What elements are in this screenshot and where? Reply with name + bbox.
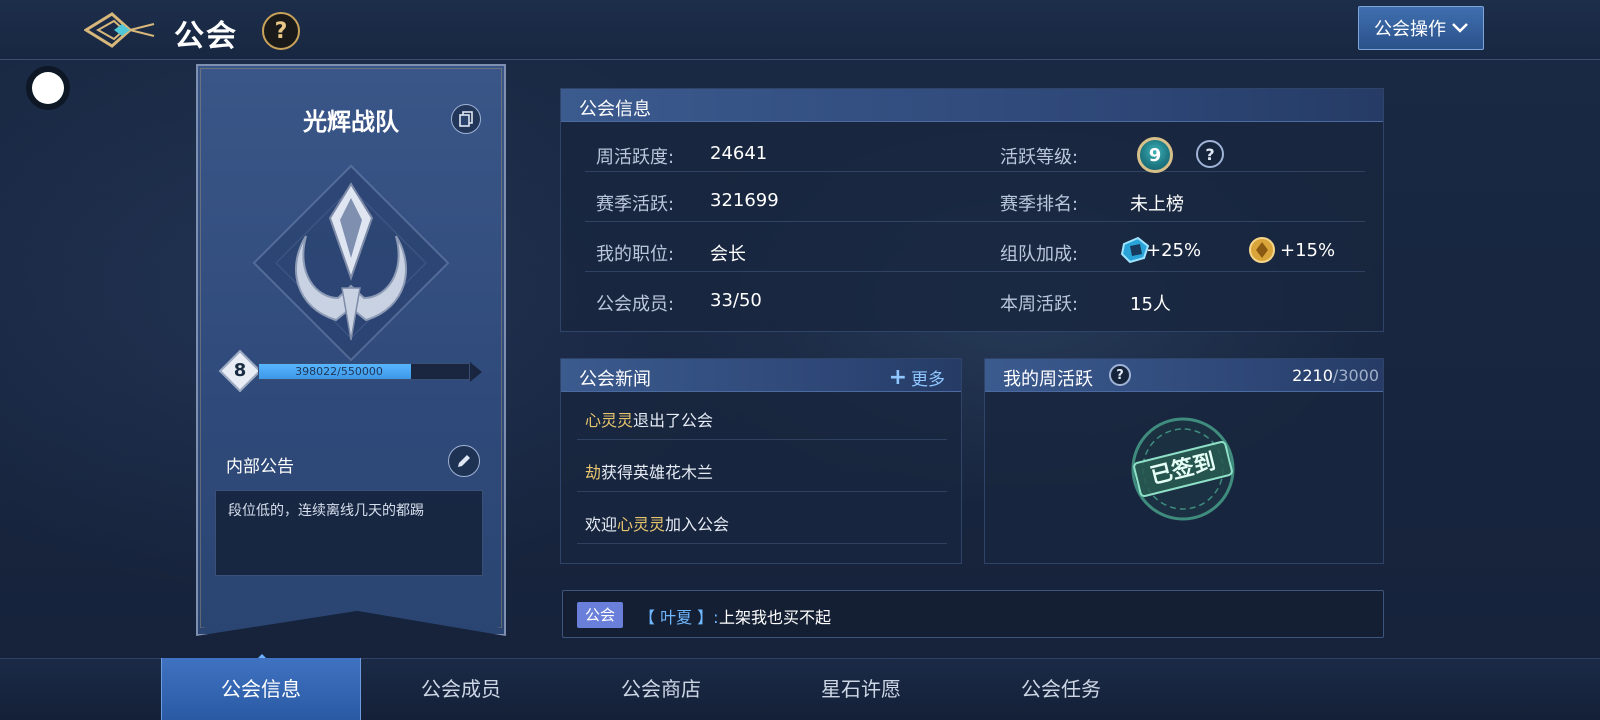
weekly-activity-value: 24641 <box>710 143 768 164</box>
active-level-help-button[interactable]: ? <box>1196 140 1224 168</box>
active-level-label: 活跃等级: <box>1000 147 1079 168</box>
coin-bonus-value: +15% <box>1280 240 1336 261</box>
back-wing-icon[interactable] <box>84 10 156 50</box>
team-bonus-label: 组队加成: <box>1000 244 1079 265</box>
news-text: 获得英雄花木兰 <box>601 463 714 482</box>
chat-channel-tag: 公会 <box>577 602 624 628</box>
weekly-progress: 2210/3000 <box>1292 366 1379 385</box>
plus-icon: + <box>888 365 907 390</box>
guild-members-label: 公会成员: <box>596 294 675 315</box>
guild-members-value: 33/50 <box>710 290 762 311</box>
chevron-down-icon <box>1452 23 1468 33</box>
tab-guild-tasks[interactable]: 公会任务 <box>961 658 1161 720</box>
more-news-link[interactable]: + 更多 <box>889 365 945 390</box>
xp-bar-arrow <box>470 362 482 382</box>
guild-emblem-icon <box>252 164 450 362</box>
chat-message: 上架我也买不起 <box>719 608 832 627</box>
guild-xp-text: 398022/550000 <box>295 365 383 378</box>
weekly-help-button[interactable]: ? <box>1109 364 1131 386</box>
my-position-value: 会长 <box>710 244 746 265</box>
more-label: 更多 <box>911 370 945 390</box>
news-item: 劫获得英雄花木兰 <box>585 459 713 483</box>
guild-news-title: 公会新闻 <box>579 369 651 390</box>
signed-stamp-icon: 已签到 <box>1131 417 1235 521</box>
help-icon: ? <box>1205 144 1215 164</box>
internal-notice-label: 内部公告 <box>226 457 294 477</box>
guild-info-title: 公会信息 <box>579 99 651 120</box>
guild-xp-bar: 398022/550000 <box>258 363 470 380</box>
weekly-activity-label: 周活跃度: <box>596 147 675 168</box>
internal-notice-text: 段位低的，连续离线几天的都踢 <box>215 490 483 576</box>
divider <box>577 543 947 544</box>
help-icon: ? <box>274 18 288 44</box>
guild-info-header: 公会信息 <box>561 89 1383 122</box>
copy-icon <box>459 111 473 127</box>
divider <box>585 171 1365 172</box>
news-prefix: 欢迎 <box>585 515 618 534</box>
tab-guild-info[interactable]: 公会信息 <box>161 658 361 720</box>
guild-news-header: 公会新闻 + 更多 <box>561 359 961 392</box>
edit-pencil-icon <box>458 455 470 467</box>
guild-info-panel: 公会信息 <box>560 88 1384 332</box>
weekly-active-members-label: 本周活跃: <box>1000 294 1079 315</box>
help-button[interactable]: ? <box>262 12 300 50</box>
news-player-name: 劫 <box>585 463 602 482</box>
news-player-name: 心灵灵 <box>585 411 634 430</box>
edit-notice-button[interactable] <box>448 445 480 477</box>
season-activity-label: 赛季活跃: <box>596 194 675 215</box>
chat-user: 【 叶夏 】: <box>639 608 719 627</box>
page-title: 公会 <box>174 19 238 54</box>
guild-operations-button[interactable]: 公会操作 <box>1358 6 1484 50</box>
help-icon: ? <box>1116 367 1124 383</box>
guild-operations-label: 公会操作 <box>1374 19 1446 40</box>
tab-guild-members[interactable]: 公会成员 <box>361 658 561 720</box>
divider <box>577 439 947 440</box>
news-player-name: 心灵灵 <box>617 515 666 534</box>
season-activity-value: 321699 <box>710 190 779 211</box>
coin-bonus-icon <box>1249 237 1275 263</box>
weekly-title: 我的周活跃 <box>1003 369 1093 390</box>
floating-assistive-dot[interactable] <box>32 72 64 104</box>
team-bonus-value: +25% <box>1146 240 1202 261</box>
season-rank-label: 赛季排名: <box>1000 194 1079 215</box>
divider <box>577 491 947 492</box>
weekly-max: /3000 <box>1332 366 1379 385</box>
my-position-label: 我的职位: <box>596 244 675 265</box>
divider <box>585 271 1365 272</box>
tab-guild-shop[interactable]: 公会商店 <box>561 658 761 720</box>
tab-star-wish[interactable]: 星石许愿 <box>761 658 961 720</box>
divider <box>585 221 1365 222</box>
weekly-active-members-value: 15人 <box>1130 294 1171 315</box>
guild-level: 8 <box>233 360 247 381</box>
season-rank-value: 未上榜 <box>1130 194 1184 215</box>
guild-news-panel: 公会新闻 + 更多 心灵灵退出了公会 劫获得英雄花木兰 欢迎心灵灵加入公会 <box>560 358 962 564</box>
guild-chat-bar[interactable]: 公会 【 叶夏 】: 上架我也买不起 <box>562 590 1384 638</box>
weekly-header: 我的周活跃 ? 2210/3000 <box>985 359 1383 392</box>
weekly-current: 2210 <box>1292 366 1333 385</box>
news-text: 退出了公会 <box>633 411 714 430</box>
news-text: 加入公会 <box>665 515 730 534</box>
active-level-badge: 9 <box>1137 137 1173 173</box>
news-item: 欢迎心灵灵加入公会 <box>585 511 729 535</box>
copy-button[interactable] <box>451 104 481 134</box>
news-item: 心灵灵退出了公会 <box>585 407 713 431</box>
